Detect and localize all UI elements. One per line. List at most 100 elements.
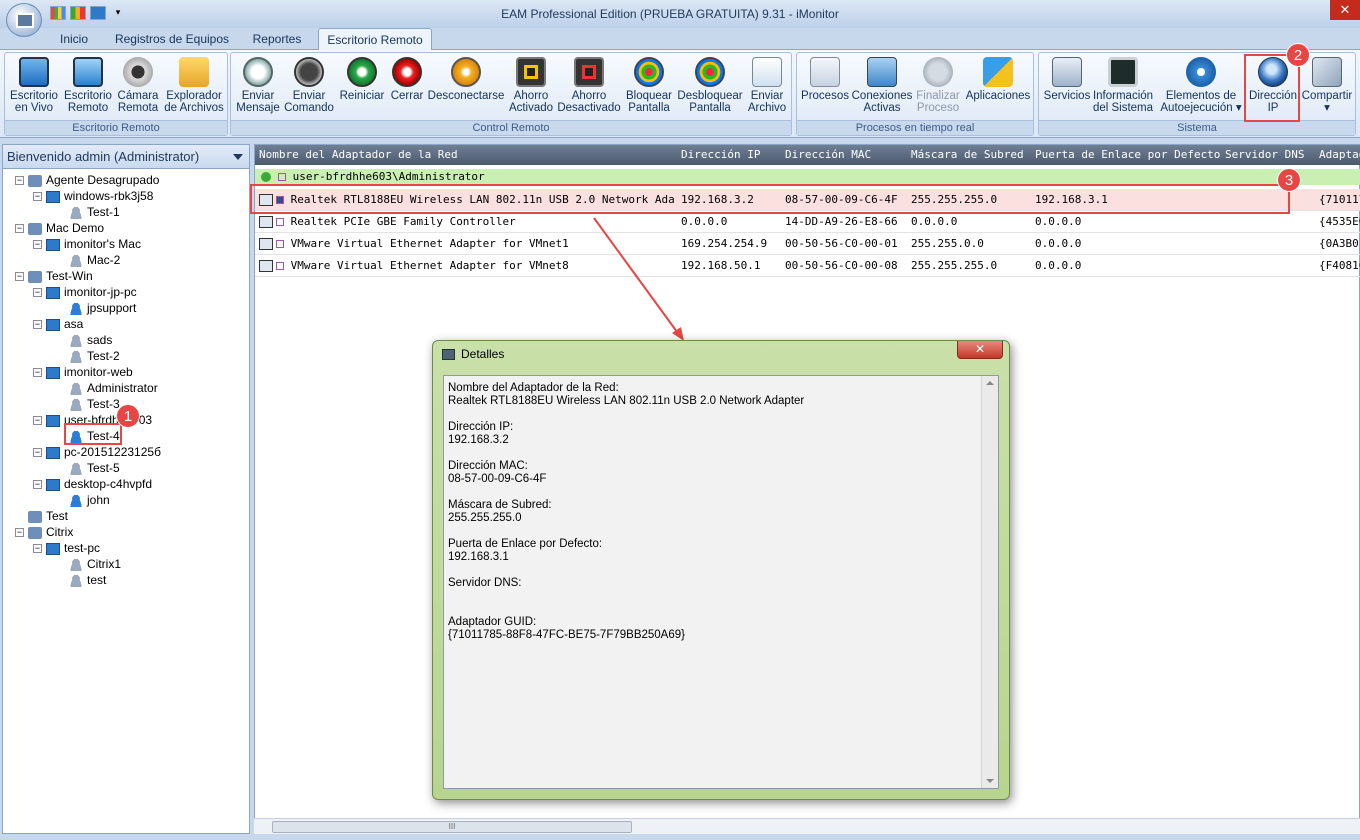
enviar-mensaje-button[interactable]: Enviar Mensaje [233,55,283,114]
column-header[interactable]: Máscara de Subred [911,148,1033,161]
dialog-close-button[interactable]: ✕ [957,341,1003,359]
expand-icon[interactable] [261,172,271,182]
informacion-del-sistema-button[interactable]: Información del Sistema [1091,55,1155,114]
group-label: Escritorio Remoto [5,120,227,135]
tree-node[interactable]: − desktop-c4hvpfd [33,476,152,492]
checkbox[interactable] [276,196,284,204]
explorador-de-archivos-button[interactable]: Explorador de Archivos [161,55,227,114]
tree-node-selected[interactable]: Test-4 [69,428,120,444]
collapse-toggle[interactable]: − [15,224,24,234]
tree-node[interactable]: Test-3 [69,396,120,412]
column-header[interactable]: Servidor DNS [1225,148,1315,161]
camara-remota-button[interactable]: Cámara Remota [113,55,163,114]
conexiones-activas-button[interactable]: Conexiones Activas [851,55,913,114]
tree-node[interactable]: − imonitor-jp-pc [33,284,137,300]
column-header[interactable]: Adaptad [1319,148,1360,161]
column-header[interactable]: Dirección IP [681,148,781,161]
tree-node[interactable]: − test-pc [33,540,100,556]
enviar-comando-button[interactable]: Enviar Comando [281,55,337,114]
group-row[interactable]: user-bfrdhhe603\Administrator [255,169,1360,185]
collapse-toggle[interactable]: − [33,288,42,298]
details-textarea[interactable]: Nombre del Adaptador de la Red: Realtek … [443,375,999,789]
column-header[interactable]: Dirección MAC [785,148,907,161]
column-header[interactable]: Nombre del Adaptador de la Red [259,148,675,161]
app-menu-button[interactable] [6,3,42,37]
tree-node[interactable]: Test [15,508,68,524]
tree-node[interactable]: − windows-rbk3j58 [33,188,153,204]
collapse-toggle[interactable]: − [33,240,42,250]
tree-node[interactable]: − pc-20151223125б [33,444,161,460]
collapse-toggle[interactable]: − [33,368,42,378]
compartir-button[interactable]: Compartir ▾ [1299,55,1355,114]
vertical-scrollbar[interactable] [981,376,998,788]
collapse-toggle[interactable]: − [15,272,24,282]
checkbox[interactable] [278,173,286,181]
close-icon [923,57,953,87]
tab-registros-de-equipos[interactable]: Registros de Equipos [106,28,238,50]
collapse-toggle[interactable]: − [33,480,42,490]
collapse-toggle[interactable]: − [15,176,24,186]
applications-icon [983,57,1013,87]
cerrar-button[interactable]: Cerrar [385,55,429,102]
ahorro-activado-button[interactable]: Ahorro Activado [505,55,557,114]
tree-node[interactable]: test [69,572,106,588]
collapse-toggle[interactable]: − [33,320,42,330]
collapse-toggle[interactable]: − [33,416,42,426]
finalizar-proceso-button[interactable]: Finalizar Proceso [911,55,965,114]
table-row[interactable]: VMware Virtual Ethernet Adapter for VMne… [255,255,1360,277]
collapse-toggle[interactable]: − [33,448,42,458]
tree-node[interactable]: john [69,492,110,508]
table-row[interactable]: Realtek PCIe GBE Family Controller 0.0.0… [255,211,1360,233]
tree-node[interactable]: − imonitor-web [33,364,133,380]
tab-escritorio-remoto[interactable]: Escritorio Remoto [318,28,432,50]
ahorro-desactivado-button[interactable]: Ahorro Desactivado [557,55,621,114]
tree-node[interactable]: sads [69,332,112,348]
tab-inicio[interactable]: Inicio [48,28,100,50]
tree-node[interactable]: Test-2 [69,348,120,364]
ribbon: Escritorio en Vivo Escritorio Remoto Cámar… [0,50,1360,138]
tree-node[interactable]: − Citrix [15,524,73,540]
horizontal-scrollbar[interactable]: III [254,818,1360,834]
escritorio-remoto-button[interactable]: Escritorio Remoto [61,55,115,114]
table-row[interactable]: VMware Virtual Ethernet Adapter for VMne… [255,233,1360,255]
tree-node[interactable]: Test-5 [69,460,120,476]
tree-node[interactable]: Administrator [69,380,158,396]
chevron-down-icon[interactable] [233,154,243,160]
scroll-down-arrow-icon[interactable] [986,779,994,783]
tree-node[interactable]: − Mac Demo [15,220,104,236]
collapse-toggle[interactable]: − [15,528,24,538]
tree-node[interactable]: − imonitor's Mac [33,236,141,252]
bloquear-pantalla-button[interactable]: Bloquear Pantalla [621,55,677,114]
scrollbar-thumb[interactable]: III [272,821,632,833]
checkbox[interactable] [276,218,284,226]
reiniciar-button[interactable]: Reiniciar [337,55,387,102]
tree-node[interactable]: Mac-2 [69,252,120,268]
tree-node[interactable]: − Test-Win [15,268,93,284]
desbloquear-pantalla-button[interactable]: Desbloquear Pantalla [677,55,743,114]
scroll-up-arrow-icon[interactable] [986,381,994,385]
enviar-archivo-button[interactable]: Enviar Archivo [743,55,791,114]
tree-node[interactable]: Test-1 [69,204,120,220]
tree-node[interactable]: Citrix1 [69,556,121,572]
tree-node[interactable]: − asa [33,316,83,332]
checkbox[interactable] [276,262,284,270]
agent-tree-panel: Bienvenido admin (Administrator) − Agente… [2,144,250,834]
table-row[interactable]: Realtek RTL8188EU Wireless LAN 802.11n U… [255,189,1360,211]
window-close-button[interactable]: ✕ [1330,0,1360,20]
tree-node[interactable]: − Agente Desagrupado [15,172,159,188]
aplicaciones-button[interactable]: Aplicaciones [963,55,1033,102]
desconectarse-button[interactable]: Desconectarse [427,55,505,102]
column-header[interactable]: Puerta de Enlace por Defecto [1035,148,1221,161]
servicios-button[interactable]: Servicios [1041,55,1093,102]
user-icon [69,334,83,347]
user-icon [69,430,83,443]
tab-reportes[interactable]: Reportes [244,28,310,50]
procesos-button[interactable]: Procesos [799,55,851,102]
collapse-toggle[interactable]: − [33,544,42,554]
collapse-toggle[interactable]: − [33,192,42,202]
checkbox[interactable] [276,240,284,248]
computer-icon [46,238,60,251]
elementos-de-autoejecucion-button[interactable]: Elementos de Autoejecución ▾ [1157,55,1245,114]
escritorio-en-vivo-button[interactable]: Escritorio en Vivo [7,55,61,114]
tree-node[interactable]: jpsupport [69,300,136,316]
